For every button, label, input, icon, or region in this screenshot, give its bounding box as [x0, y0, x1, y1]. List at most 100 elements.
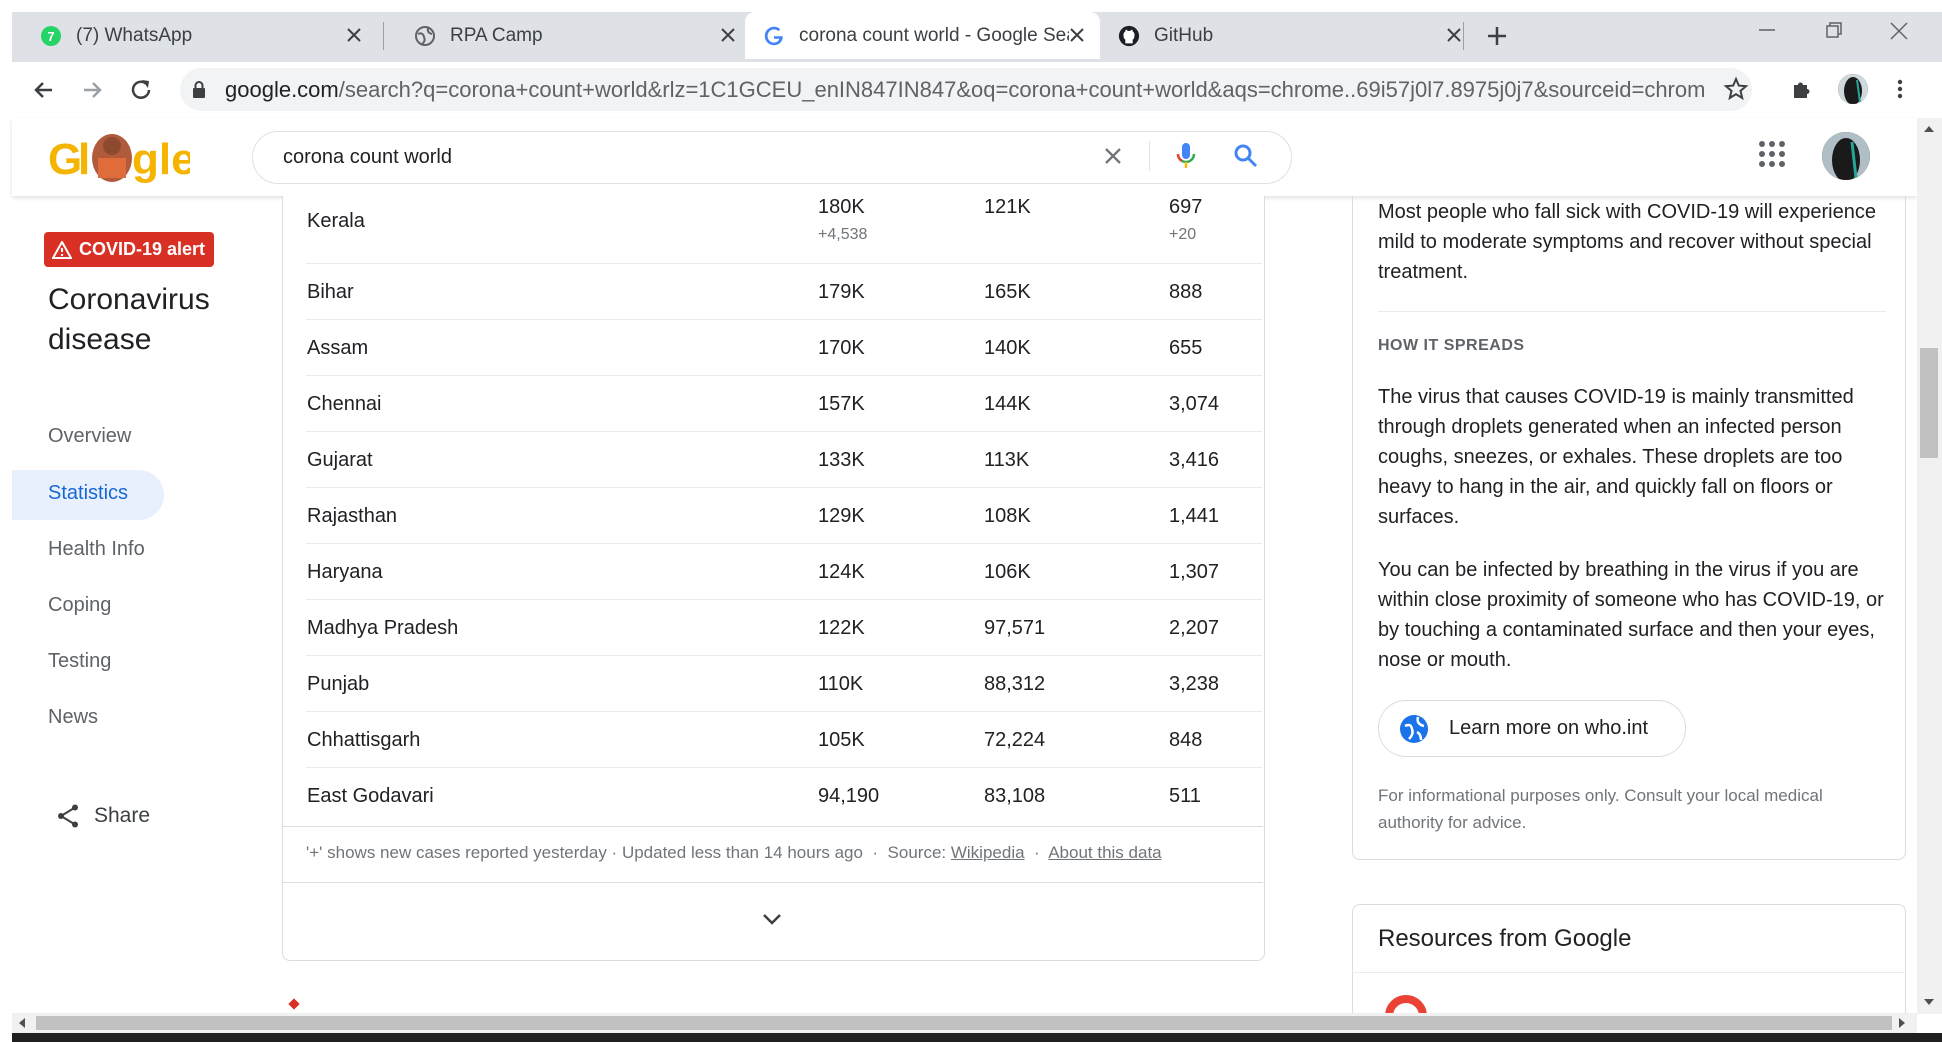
os-taskbar — [12, 1033, 1942, 1042]
nav-coping[interactable]: Coping — [48, 594, 111, 617]
table-expand-divider — [282, 882, 1263, 883]
tab-google-search[interactable]: corona count world - Google Sea — [745, 12, 1100, 59]
cases-value: 110K — [818, 673, 864, 695]
scroll-left-arrow-icon[interactable] — [16, 1016, 28, 1030]
learn-more-label: Learn more on who.int — [1449, 717, 1649, 739]
google-g-icon — [763, 25, 785, 47]
google-doodle-logo[interactable]: G l gle — [48, 128, 190, 186]
share-label: Share — [94, 804, 151, 827]
region-name: Haryana — [307, 561, 383, 583]
region-name: Bihar — [307, 281, 354, 303]
close-tab-icon[interactable] — [1443, 24, 1465, 46]
reload-icon[interactable] — [127, 76, 155, 104]
cases-value: 105K — [818, 729, 865, 751]
tab-rpa-camp[interactable]: RPA Camp — [386, 12, 751, 59]
recovered-value: 121K — [984, 196, 1031, 218]
close-tab-icon[interactable] — [343, 24, 365, 46]
recovered-value: 113K — [984, 449, 1030, 471]
url-host: google.com — [225, 77, 339, 102]
search-divider — [1149, 141, 1150, 171]
scroll-right-arrow-icon[interactable] — [1896, 1016, 1908, 1030]
tab-label: GitHub — [1154, 24, 1214, 46]
about-data-link[interactable]: About this data — [1048, 843, 1161, 862]
nav-testing[interactable]: Testing — [48, 650, 111, 673]
svg-text:gle: gle — [132, 135, 190, 184]
nav-overview[interactable]: Overview — [48, 425, 131, 448]
table-footer-divider — [282, 826, 1263, 827]
recovered-value: 140K — [984, 337, 1031, 359]
cases-value: 94,190 — [818, 785, 880, 807]
vertical-scrollbar[interactable] — [1917, 118, 1942, 1014]
cases-new-value: +4,538 — [818, 226, 868, 243]
forward-arrow-icon[interactable] — [78, 76, 106, 104]
deaths-value: 655 — [1169, 337, 1203, 359]
profile-avatar[interactable] — [1838, 74, 1868, 104]
expand-chevron-down-icon[interactable] — [759, 910, 785, 928]
svg-text:l: l — [78, 135, 90, 184]
url-text[interactable]: google.com/search?q=corona+count+world&r… — [225, 77, 1705, 103]
table-row: Chennai 157K 144K 3,074 — [306, 375, 1262, 432]
source-label: Source: — [887, 843, 947, 862]
share-button[interactable]: Share — [56, 803, 150, 829]
table-row: East Godavari 94,190 83,108 511 — [306, 767, 1262, 823]
table-row: Gujarat 133K 113K 3,416 — [306, 431, 1262, 488]
close-tab-icon[interactable] — [1066, 24, 1088, 46]
table-row: Haryana 124K 106K 1,307 — [306, 543, 1262, 600]
lock-icon[interactable] — [190, 80, 208, 100]
scroll-down-arrow-icon[interactable] — [1921, 996, 1937, 1008]
table-footnote: '+' shows new cases reported yesterday ·… — [306, 843, 1162, 863]
nav-health-info[interactable]: Health Info — [48, 538, 145, 561]
nav-news[interactable]: News — [48, 706, 98, 729]
tab-separator — [1463, 22, 1464, 50]
minimize-icon[interactable] — [1755, 18, 1779, 42]
recovered-value: 108K — [984, 505, 1031, 527]
region-name: Madhya Pradesh — [307, 617, 459, 639]
tab-github[interactable]: GitHub — [1100, 12, 1465, 59]
table-row: Rajasthan 129K 108K 1,441 — [306, 487, 1262, 544]
close-tab-icon[interactable] — [717, 24, 739, 46]
search-magnifier-icon[interactable] — [1233, 143, 1259, 169]
tab-label: RPA Camp — [450, 24, 543, 46]
region-name: Chennai — [307, 393, 382, 415]
tab-whatsapp[interactable]: 7 (7) WhatsApp — [12, 12, 377, 59]
deaths-value: 3,238 — [1169, 673, 1220, 695]
footnote-dot: · — [872, 843, 879, 862]
tab-label: (7) WhatsApp — [76, 24, 193, 46]
how-it-spreads-heading: HOW IT SPREADS — [1378, 337, 1525, 354]
restore-icon[interactable] — [1823, 20, 1845, 42]
account-avatar[interactable] — [1822, 132, 1870, 180]
wikipedia-link[interactable]: Wikipedia — [951, 843, 1025, 862]
cases-value: 180K — [818, 196, 865, 218]
search-input[interactable]: corona count world — [283, 146, 452, 169]
recovered-value: 72,224 — [984, 729, 1046, 751]
microphone-icon[interactable] — [1175, 141, 1197, 171]
recovered-value: 106K — [984, 561, 1031, 583]
scroll-up-arrow-icon[interactable] — [1921, 123, 1937, 135]
new-tab-button[interactable] — [1483, 22, 1511, 50]
more-section-marker — [288, 998, 300, 1010]
browser-menu-icon[interactable] — [1894, 77, 1906, 101]
symptoms-paragraph: Most people who fall sick with COVID-19 … — [1378, 201, 1876, 283]
cases-value: 157K — [818, 393, 865, 415]
recovered-value: 165K — [984, 281, 1031, 303]
footnote-dot: · — [1034, 843, 1040, 862]
extensions-puzzle-icon[interactable] — [1790, 77, 1814, 101]
covid-alert-badge: COVID-19 alert — [44, 232, 215, 267]
horizontal-scroll-thumb[interactable] — [36, 1016, 1892, 1030]
bookmark-star-icon[interactable] — [1723, 76, 1749, 102]
cases-value: 122K — [818, 617, 865, 639]
google-apps-grid-icon[interactable] — [1758, 140, 1786, 168]
region-name: Rajasthan — [307, 505, 398, 527]
clear-search-icon[interactable] — [1101, 144, 1125, 168]
recovered-value: 88,312 — [984, 673, 1046, 695]
vertical-scroll-thumb[interactable] — [1920, 348, 1938, 458]
nav-statistics[interactable]: Statistics — [48, 482, 128, 505]
close-window-icon[interactable] — [1888, 20, 1910, 42]
globe-icon — [1399, 714, 1429, 744]
deaths-value: 2,207 — [1169, 617, 1220, 639]
learn-more-who-button[interactable]: Learn more on who.int — [1378, 700, 1686, 757]
table-row: Assam 170K 140K 655 — [306, 319, 1262, 376]
whatsapp-icon: 7 — [40, 25, 62, 47]
footnote-text: '+' shows new cases reported yesterday ·… — [306, 843, 863, 862]
back-arrow-icon[interactable] — [30, 76, 58, 104]
